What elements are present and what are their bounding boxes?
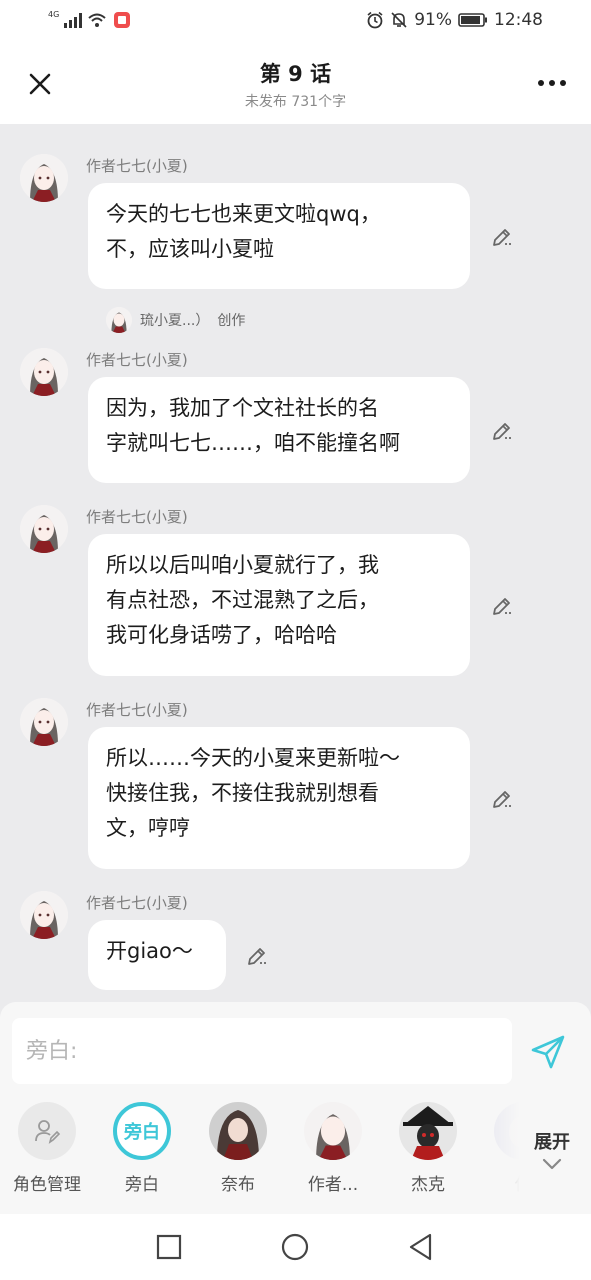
role-manage-circle [18,1102,76,1160]
role-avatar [399,1102,457,1160]
message-text: 开giao～ [106,939,193,963]
message-text: 因为，我加了个文社社长的名 字就叫七七……，咱不能撞名啊 [106,396,400,455]
send-button[interactable] [528,1032,568,1072]
mute-icon [391,12,407,28]
recent-apps-button[interactable] [154,1232,184,1262]
message-text: 所以以后叫咱小夏就行了，我 有点社恐，不过混熟了之后， 我可化身话唠了，哈哈哈 [106,553,379,647]
edit-icon [493,423,511,440]
status-right: 91% 12:48 [366,10,543,30]
system-nav-bar [0,1214,591,1280]
chevron-down-icon [542,1158,562,1170]
creator-name: 琉小夏...） [140,313,210,329]
edit-icon [493,229,511,246]
send-icon [531,1035,565,1069]
role-avatar [209,1102,267,1160]
header: 第 9 话 未发布 731个字 [0,44,591,124]
signal-icon [64,13,83,28]
message-bubble[interactable]: 开giao～ [88,920,226,990]
message-bubble[interactable]: 因为，我加了个文社社长的名 字就叫七七……，咱不能撞名啊 [88,377,470,483]
message-author: 作者七七(小夏) [86,508,188,526]
edit-message-button[interactable] [489,418,515,444]
edit-message-button[interactable] [244,943,270,969]
message-text: 所以……今天的小夏来更新啦～ 快接住我，不接住我就别想看 文，哼哼 [106,746,400,840]
message-author: 作者七七(小夏) [86,894,188,912]
narrator-badge-text: 旁白 [124,1122,160,1143]
narrator-badge: 旁白 [113,1102,171,1160]
battery-percent: 91% [414,10,452,30]
creator-action: 创作 [217,313,246,329]
role-jack[interactable]: 杰克 [382,1102,474,1195]
message-author: 作者七七(小夏) [86,351,188,369]
alarm-icon [367,11,383,29]
message-bubble[interactable]: 今天的七七也来更文啦qwq， 不，应该叫小夏啦 [88,183,470,289]
expand-button[interactable]: 展开 [526,1128,578,1170]
creator-avatar [106,307,132,333]
battery-icon [458,13,487,27]
home-icon [281,1233,309,1261]
role-naib[interactable]: 奈布 [192,1102,284,1195]
message-bubble[interactable]: 所以……今天的小夏来更新啦～ 快接住我，不接住我就别想看 文，哼哼 [88,727,470,869]
network-type: 4G [48,10,60,19]
author-avatar[interactable] [20,891,68,939]
edit-message-button[interactable] [489,786,515,812]
author-avatar[interactable] [20,348,68,396]
wifi-icon [88,13,106,27]
edit-message-button[interactable] [489,224,515,250]
author-avatar[interactable] [20,505,68,553]
recent-apps-icon [156,1234,182,1260]
role-narrator[interactable]: 旁白 旁白 [96,1102,188,1195]
role-avatar [304,1102,362,1160]
edit-icon [248,948,266,965]
role-label: 旁白 [125,1175,159,1195]
back-button[interactable] [406,1232,436,1262]
message-author: 作者七七(小夏) [86,701,188,719]
chapter-title: 第 9 话 [259,62,332,86]
role-label: 作者... [307,1175,359,1195]
role-label: 角色管理 [13,1175,81,1195]
back-icon [409,1233,432,1261]
role-row-fade [470,1102,520,1202]
message-bubble[interactable]: 所以以后叫咱小夏就行了，我 有点社恐，不过混熟了之后， 我可化身话唠了，哈哈哈 [88,534,470,676]
role-label: 奈布 [221,1175,255,1195]
role-author[interactable]: 作者... [287,1102,379,1195]
message-author: 作者七七(小夏) [86,157,188,175]
more-button[interactable] [535,70,569,96]
role-selector[interactable]: 角色管理 旁白 旁白 奈布 作者... 杰克 [0,1102,520,1202]
edit-icon [493,598,511,615]
edit-icon [493,791,511,808]
app-notification-icon [114,12,131,28]
chat-area[interactable]: 作者七七(小夏) 今天的七七也来更文啦qwq， 不，应该叫小夏啦 琉小夏...）… [0,124,591,1002]
role-manage-button[interactable]: 角色管理 [1,1102,93,1195]
narration-input-box[interactable] [12,1018,512,1084]
clock: 12:48 [494,10,543,30]
status-left: 4G [48,10,131,28]
creator-notice: 琉小夏...） 创作 [106,307,245,333]
author-avatar[interactable] [20,698,68,746]
input-panel: 角色管理 旁白 旁白 奈布 [0,1002,591,1214]
chapter-status: 未发布 731个字 [244,94,347,110]
edit-message-button[interactable] [489,593,515,619]
role-manage-icon [35,1120,61,1144]
narration-input[interactable] [26,1038,498,1064]
message-text: 今天的七七也来更文啦qwq， 不，应该叫小夏啦 [106,202,381,261]
status-bar: 4G 91% 12:48 [0,0,591,44]
home-button[interactable] [280,1232,310,1262]
role-label: 杰克 [411,1175,445,1195]
expand-label: 展开 [534,1132,570,1153]
author-avatar[interactable] [20,154,68,202]
more-icon [538,80,566,86]
